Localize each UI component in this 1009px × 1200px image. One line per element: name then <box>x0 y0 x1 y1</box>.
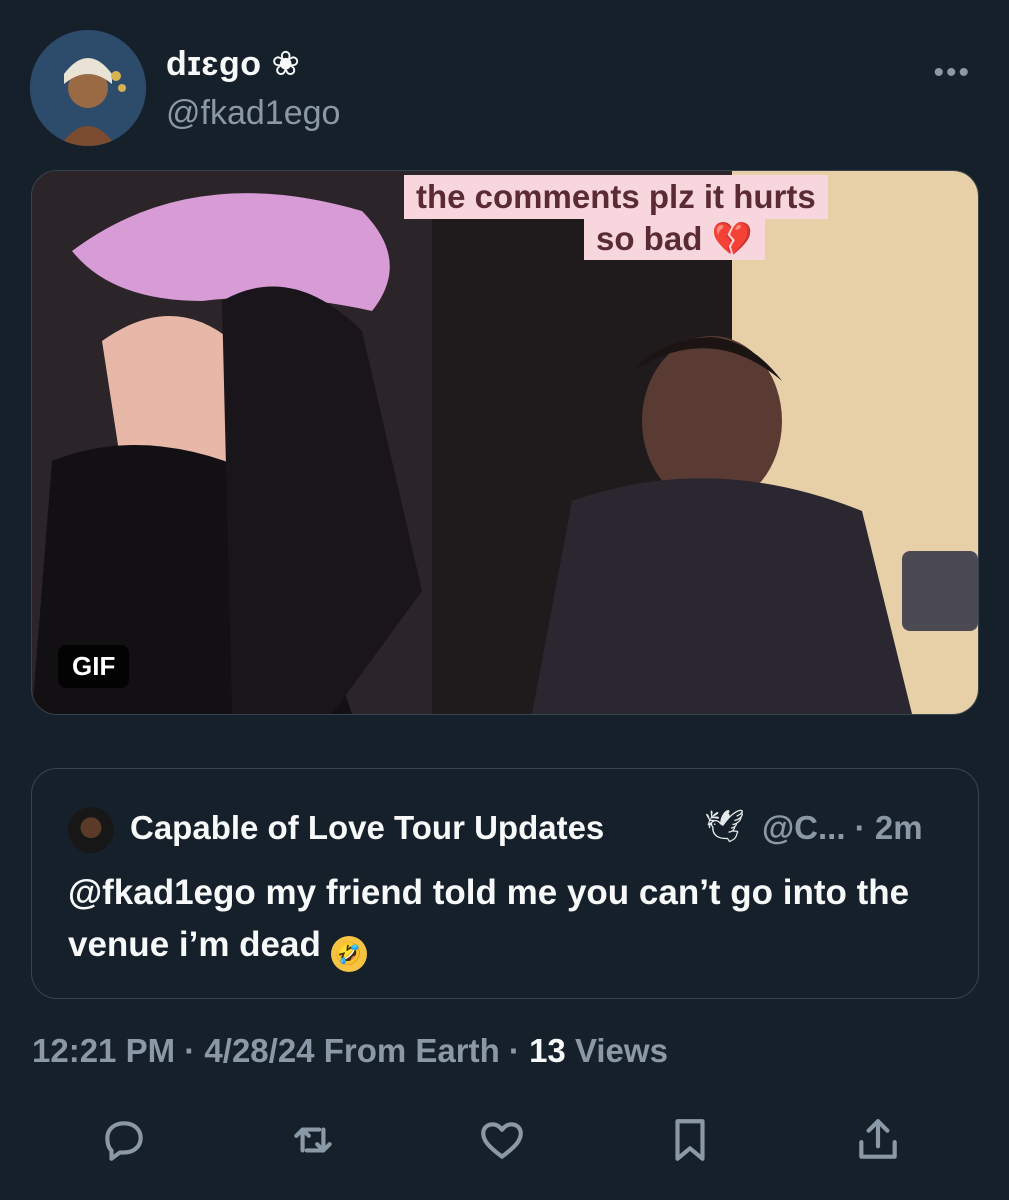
reply-icon[interactable] <box>94 1110 154 1170</box>
more-icon[interactable]: ••• <box>933 56 971 90</box>
tweet-time[interactable]: 12:21 PM <box>32 1032 175 1069</box>
share-icon[interactable] <box>848 1110 908 1170</box>
quoted-text-body: @fkad1ego my friend told me you can’t go… <box>68 873 910 964</box>
caption-line-1: the comments plz it hurts <box>404 175 828 219</box>
quoted-text: @fkad1ego my friend told me you can’t go… <box>68 867 948 972</box>
retweet-icon[interactable] <box>283 1110 343 1170</box>
views-count: 13 <box>529 1032 566 1069</box>
share-icon-svg <box>859 1119 897 1159</box>
meta-separator: · <box>508 1032 530 1069</box>
tweet-header: dɪɛgo ❀ @fkad1ego ••• <box>30 30 979 150</box>
author-avatar[interactable] <box>30 30 146 146</box>
reply-icon-svg <box>105 1121 143 1161</box>
dove-icon: 🕊 <box>704 808 745 844</box>
bookmark-icon[interactable] <box>660 1110 720 1170</box>
tweet-source: From Earth <box>323 1032 500 1069</box>
quoted-author-avatar[interactable] <box>68 807 114 853</box>
like-icon-svg <box>481 1122 523 1159</box>
quoted-tweet[interactable]: Capable of Love Tour Updates 🕊 @C... · 2… <box>31 768 979 999</box>
meta-separator: · <box>184 1032 205 1069</box>
author-display-name[interactable]: dɪɛgo ❀ <box>166 44 300 84</box>
tweet-date[interactable]: 4/28/24 <box>204 1032 314 1069</box>
caption-line-2: so bad 💔 <box>584 216 765 261</box>
action-bar <box>0 1110 1009 1180</box>
rofl-emoji-icon: 🤣 <box>330 936 367 972</box>
quoted-author-name[interactable]: Capable of Love Tour Updates <box>130 809 604 847</box>
gif-badge: GIF <box>58 645 130 688</box>
retweet-icon-svg <box>294 1127 332 1153</box>
gif-media[interactable]: the comments plz it hurts so bad 💔 GIF <box>31 170 979 715</box>
gif-caption: the comments plz it hurts so bad 💔 <box>404 175 978 261</box>
tweet-meta: 12:21 PM · 4/28/24 From Earth · 13 Views <box>32 1032 668 1070</box>
author-handle[interactable]: @fkad1ego <box>166 94 340 133</box>
quoted-handle-time[interactable]: @C... · 2m <box>762 809 923 847</box>
views-label: Views <box>574 1032 668 1069</box>
bookmark-icon-svg <box>675 1119 705 1161</box>
like-icon[interactable] <box>472 1110 532 1170</box>
avatar-image <box>30 30 146 146</box>
